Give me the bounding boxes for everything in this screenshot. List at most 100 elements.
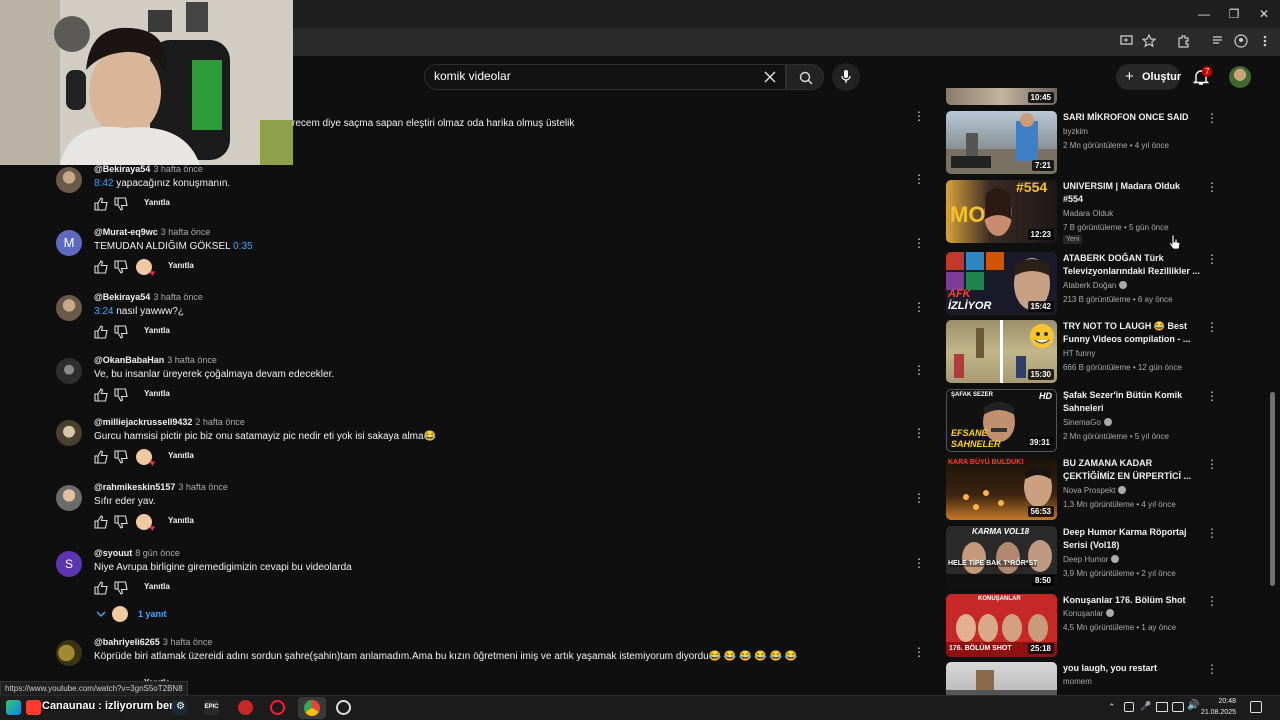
chevron-up-icon[interactable]: ⌃ bbox=[1108, 702, 1116, 713]
comment-author[interactable]: @Bekiraya54 bbox=[94, 292, 150, 302]
comment-menu-icon[interactable]: ⋮ bbox=[913, 427, 925, 439]
comment-author[interactable]: @syouut bbox=[94, 548, 132, 558]
video-menu-icon[interactable]: ⋮ bbox=[1206, 662, 1218, 676]
channel-name[interactable]: Deep Humor bbox=[1063, 555, 1120, 564]
channel-name[interactable]: Konuşanlar bbox=[1063, 609, 1115, 618]
comment-timestamp-link[interactable]: 0:35 bbox=[233, 241, 252, 252]
mic-tray-icon[interactable]: 🎤 bbox=[1140, 701, 1151, 712]
video-title[interactable]: BU ZAMANA KADAR ÇEKTİĞİMİZ EN ÜRPERTİCİ … bbox=[1063, 457, 1200, 483]
reply-button[interactable]: Yanıtla bbox=[168, 261, 194, 270]
video-menu-icon[interactable]: ⋮ bbox=[1206, 180, 1218, 194]
comment-menu-icon[interactable]: ⋮ bbox=[913, 237, 925, 249]
recommended-video[interactable]: you laugh, you restart momem ⋮ bbox=[946, 662, 1246, 695]
comment-time[interactable]: 3 hafta önce bbox=[178, 482, 228, 492]
close-window-button[interactable]: ✕ bbox=[1256, 6, 1272, 22]
taskbar-clock[interactable]: 20:48 21.08.2025 bbox=[1196, 696, 1236, 718]
video-thumbnail[interactable]: 7:21 bbox=[946, 111, 1057, 174]
video-menu-icon[interactable]: ⋮ bbox=[1206, 252, 1218, 266]
like-icon[interactable] bbox=[94, 581, 108, 595]
maximize-button[interactable]: ❐ bbox=[1226, 6, 1242, 22]
comment-time[interactable]: 2 hafta önce bbox=[195, 417, 245, 427]
dislike-icon[interactable] bbox=[114, 450, 128, 464]
bookmark-star-icon[interactable] bbox=[1142, 34, 1156, 48]
channel-name[interactable]: byzkim bbox=[1063, 127, 1088, 136]
comment-avatar[interactable] bbox=[56, 420, 82, 446]
clear-search-icon[interactable] bbox=[763, 70, 777, 84]
create-button[interactable]: + Oluştur bbox=[1116, 64, 1181, 90]
like-icon[interactable] bbox=[94, 450, 108, 464]
comment-menu-icon[interactable]: ⋮ bbox=[913, 492, 925, 504]
video-title[interactable]: SARI MİKROFON ONCE SAID bbox=[1063, 111, 1200, 124]
comment-time[interactable]: 8 gün önce bbox=[135, 548, 180, 558]
video-title[interactable]: you laugh, you restart bbox=[1063, 662, 1200, 675]
comment-time[interactable]: 3 hafta önce bbox=[163, 637, 213, 647]
reply-button[interactable]: Yanıtla bbox=[144, 582, 170, 591]
video-thumbnail[interactable]: #554 MO 12:23 bbox=[946, 180, 1057, 243]
search-taskbar-icon[interactable] bbox=[26, 700, 41, 715]
epic-games-icon[interactable]: EPIC bbox=[204, 700, 219, 715]
user-avatar[interactable] bbox=[1229, 66, 1251, 88]
comment-avatar[interactable] bbox=[56, 485, 82, 511]
video-thumbnail[interactable]: KARA BÜYÜ BULDUK! 56:53 bbox=[946, 457, 1057, 520]
channel-name[interactable]: Ataberk Doğan bbox=[1063, 281, 1128, 290]
reply-button[interactable]: Yanıtla bbox=[144, 198, 170, 207]
video-thumbnail[interactable] bbox=[946, 662, 1057, 695]
comment-menu-icon[interactable]: ⋮ bbox=[913, 646, 925, 658]
video-thumbnail[interactable]: ŞAFAK SEZER HD EFSANE SAHNELER 39:31 bbox=[946, 389, 1057, 452]
channel-name[interactable]: Madara Olduk bbox=[1063, 209, 1113, 218]
comment-menu-icon[interactable]: ⋮ bbox=[913, 301, 925, 313]
profile-icon[interactable] bbox=[1234, 34, 1248, 48]
video-menu-icon[interactable]: ⋮ bbox=[1206, 594, 1218, 608]
chrome-taskbar-active[interactable] bbox=[298, 697, 326, 719]
dislike-icon[interactable] bbox=[114, 515, 128, 529]
comment-time[interactable]: 3 hafta önce bbox=[167, 355, 217, 365]
comment-author[interactable]: @Bekiraya54 bbox=[94, 164, 150, 174]
like-icon[interactable] bbox=[94, 197, 108, 211]
network-icon[interactable] bbox=[1172, 702, 1184, 712]
tray-icon[interactable] bbox=[1124, 702, 1134, 712]
video-thumbnail[interactable]: AFK İZLİYOR 15:42 bbox=[946, 252, 1057, 315]
page-scrollbar[interactable] bbox=[1270, 392, 1275, 586]
video-title[interactable]: Deep Humor Karma Röportaj Serisi (Vol18) bbox=[1063, 526, 1200, 552]
search-button[interactable] bbox=[786, 64, 824, 90]
dislike-icon[interactable] bbox=[114, 197, 128, 211]
opera-icon[interactable] bbox=[270, 700, 285, 715]
comment-menu-icon[interactable]: ⋮ bbox=[913, 110, 925, 122]
comment-author[interactable]: @Murat-eq9wc bbox=[94, 227, 158, 237]
video-title[interactable]: TRY NOT TO LAUGH 😂 Best Funny Videos com… bbox=[1063, 320, 1200, 346]
like-icon[interactable] bbox=[94, 388, 108, 402]
video-menu-icon[interactable]: ⋮ bbox=[1206, 457, 1218, 471]
reply-button[interactable]: Yanıtla bbox=[168, 516, 194, 525]
reply-button[interactable]: Yanıtla bbox=[144, 326, 170, 335]
comment-time[interactable]: 3 hafta önce bbox=[161, 227, 211, 237]
comment-menu-icon[interactable]: ⋮ bbox=[913, 557, 925, 569]
search-query[interactable]: komik videolar bbox=[434, 69, 511, 83]
video-menu-icon[interactable]: ⋮ bbox=[1206, 111, 1218, 125]
browser-menu-icon[interactable] bbox=[1260, 34, 1270, 48]
comment-timestamp-link[interactable]: 8:42 bbox=[94, 178, 113, 189]
dislike-icon[interactable] bbox=[114, 581, 128, 595]
obs-icon[interactable] bbox=[336, 700, 351, 715]
video-menu-icon[interactable]: ⋮ bbox=[1206, 320, 1218, 334]
comment-time[interactable]: 3 hafta önce bbox=[153, 164, 203, 174]
video-thumbnail[interactable]: KARMA VOL18 HELE TİPE BAK T*RÖR*ST 8:50 bbox=[946, 526, 1057, 589]
like-icon[interactable] bbox=[94, 325, 108, 339]
comment-author[interactable]: @OkanBabaHan bbox=[94, 355, 164, 365]
video-title[interactable]: Konuşanlar 176. Bölüm Shot bbox=[1063, 594, 1200, 607]
dislike-icon[interactable] bbox=[114, 388, 128, 402]
extensions-icon[interactable] bbox=[1176, 34, 1190, 48]
display-tray-icon[interactable] bbox=[1156, 702, 1168, 712]
channel-name[interactable]: momem bbox=[1063, 677, 1092, 686]
like-icon[interactable] bbox=[94, 515, 108, 529]
comment-time[interactable]: 3 hafta önce bbox=[153, 292, 203, 302]
video-menu-icon[interactable]: ⋮ bbox=[1206, 526, 1218, 540]
reply-button[interactable]: Yanıtla bbox=[144, 389, 170, 398]
comment-avatar[interactable] bbox=[56, 358, 82, 384]
comment-timestamp-link[interactable]: 3:24 bbox=[94, 306, 113, 317]
media-control-icon[interactable] bbox=[1211, 34, 1225, 48]
notification-center-icon[interactable] bbox=[1250, 701, 1262, 713]
video-title[interactable]: Şafak Sezer'in Bütün Komik Sahneleri bbox=[1063, 389, 1200, 415]
channel-name[interactable]: SinemaGo bbox=[1063, 418, 1112, 427]
reply-button[interactable]: Yanıtla bbox=[168, 451, 194, 460]
video-thumbnail[interactable]: 15:30 bbox=[946, 320, 1057, 383]
